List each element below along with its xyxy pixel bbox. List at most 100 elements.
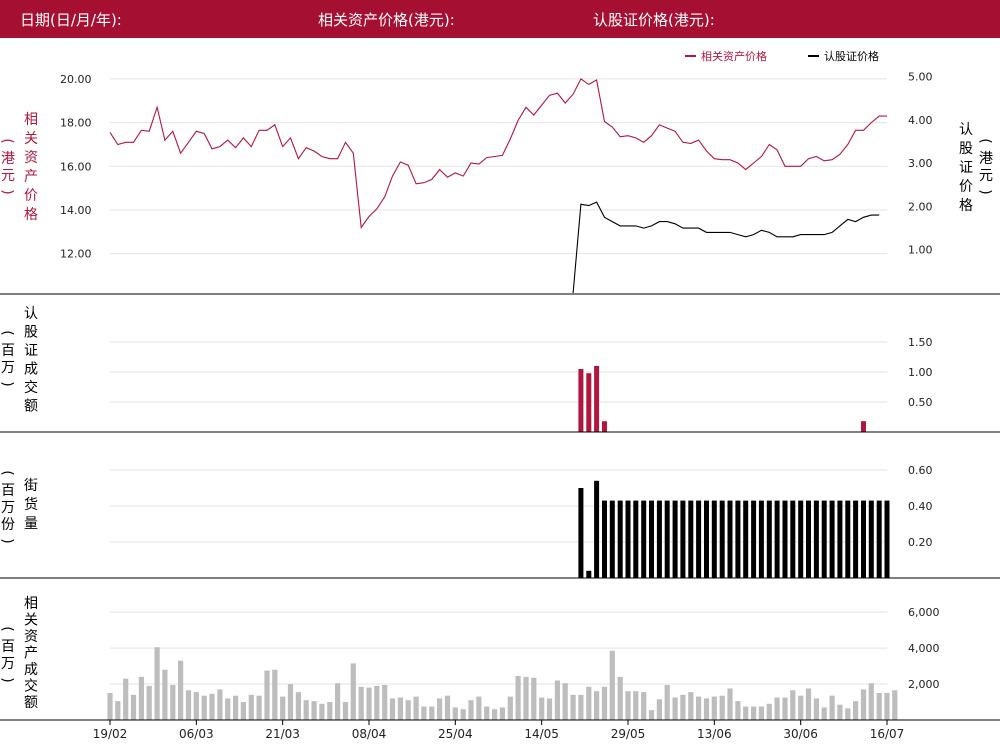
axis-label-char: 股	[24, 325, 38, 341]
left-axis-unit: (港元)	[0, 138, 15, 194]
asset-turnover-bar	[860, 689, 867, 720]
asset-turnover-bar	[382, 685, 388, 720]
outstanding-bar	[625, 500, 631, 578]
outstanding-bar	[649, 500, 654, 578]
axis-label-char: 产	[24, 169, 38, 185]
axis-label-char: 元	[1, 168, 15, 184]
outstanding-bar	[594, 480, 600, 578]
asset-turnover-bar	[531, 677, 537, 720]
outstanding-bar	[876, 500, 882, 578]
asset-turnover-bar	[327, 702, 333, 720]
asset-turnover-bar	[460, 709, 466, 720]
right-tick-label: 0.20	[908, 536, 933, 549]
warrant-turnover-bar	[594, 366, 600, 432]
date-label: 日期(日/月/年):	[20, 11, 122, 29]
axis-label-char: (	[0, 138, 15, 143]
asset-turnover-bar	[335, 683, 341, 720]
right-tick-label: 0.50	[908, 396, 933, 409]
right-tick-label: 1.50	[908, 336, 933, 349]
axis-label-char: 交	[24, 379, 38, 396]
warrant-turnover-title: 认股证成交额	[24, 306, 38, 415]
outstanding-bar	[641, 500, 647, 578]
asset-turnover-bar	[280, 696, 286, 720]
outstanding-bar	[602, 500, 607, 578]
asset-turnover-bar	[719, 695, 725, 720]
axis-label-char: 百	[1, 343, 15, 359]
asset-turnover-bar	[562, 683, 568, 720]
asset-turnover-unit: (百万)	[0, 626, 15, 682]
axis-label-char: 相	[24, 112, 38, 128]
outstanding-bar	[688, 500, 694, 578]
axis-label-char: )	[0, 538, 15, 543]
asset-turnover-bar	[350, 663, 356, 720]
asset-turnover-bar	[868, 683, 874, 720]
warrant-turnover-unit: (百万)	[0, 330, 15, 386]
axis-label-char: 额	[24, 399, 38, 415]
outstanding-bar	[704, 500, 709, 578]
asset-turnover-bar	[892, 690, 898, 720]
outstanding-bar	[633, 500, 639, 578]
axis-label-char: 认	[959, 122, 973, 138]
outstanding-bar	[609, 500, 615, 578]
outstanding-bar	[853, 500, 859, 578]
outstanding-bar	[813, 500, 819, 578]
outstanding-bar	[680, 500, 686, 578]
asset-turnover-bar	[272, 669, 278, 720]
asset-turnover-bar	[829, 695, 835, 720]
asset-turnover-bar	[429, 706, 435, 720]
asset-turnover-bar	[656, 699, 662, 720]
outstanding-bar	[586, 570, 592, 578]
outstanding-bar	[837, 500, 843, 578]
right-tick-label: 3.00	[908, 157, 933, 170]
right-tick-label: 0.60	[908, 464, 933, 477]
right-tick-label: 2,000	[908, 678, 940, 691]
axis-label-char: 额	[24, 695, 38, 711]
asset-turnover-bar	[680, 694, 686, 720]
asset-turnover-bar	[546, 698, 553, 720]
outstanding-title: 街货量	[24, 478, 38, 532]
axis-label-char: (	[0, 330, 15, 335]
axis-label-char: 份	[1, 517, 15, 533]
warrant-turnover-bar	[586, 373, 592, 432]
asset-turnover-bar	[798, 695, 804, 720]
asset-turnover-bar	[319, 703, 325, 720]
axis-label-char: (	[0, 470, 15, 475]
asset-turnover-bar	[578, 694, 584, 720]
asset-turnover-bar	[696, 696, 702, 720]
left-tick-label: 16.00	[60, 160, 92, 173]
asset-turnover-bar	[130, 694, 137, 720]
asset-turnover-bar	[813, 698, 819, 720]
right-tick-label: 5.00	[908, 71, 933, 84]
axis-label-char: 价	[959, 179, 973, 195]
asset-turnover-bar	[609, 650, 615, 720]
asset-turnover-bar	[727, 688, 733, 720]
asset-turnover-bar	[123, 678, 129, 720]
legend-asset-label: 相关资产价格	[701, 49, 767, 63]
asset-turnover-bar	[311, 701, 317, 720]
axis-label-char: 万	[1, 360, 15, 376]
right-tick-label: 1.00	[908, 366, 933, 379]
asset-turnover-bar	[758, 706, 764, 720]
asset-turnover-bar	[162, 669, 168, 720]
asset-turnover-bar	[421, 706, 427, 720]
outstanding-bar	[617, 500, 623, 578]
x-tick-label: 25/04	[438, 727, 473, 741]
asset-price-line	[109, 78, 887, 230]
asset-turnover-bar	[664, 685, 670, 720]
outstanding-bar	[782, 500, 788, 578]
outstanding-bar	[696, 500, 702, 578]
outstanding-bar	[735, 500, 741, 578]
asset-turnover-bar	[735, 701, 741, 720]
asset-turnover-bar	[107, 693, 113, 720]
asset-turnover-bar	[523, 676, 529, 720]
asset-turnover-bar	[711, 696, 717, 720]
axis-label-char: 百	[1, 639, 15, 655]
axis-label-char: (	[977, 138, 993, 143]
header-bar: 日期(日/月/年): 相关资产价格(港元): 认股证价格(港元):	[0, 0, 1000, 38]
axis-label-char: 格	[24, 207, 38, 223]
x-tick-label: 14/05	[524, 727, 559, 741]
asset-turnover-bar	[648, 710, 655, 720]
axis-label-char: 街	[24, 478, 38, 494]
x-tick-label: 21/03	[265, 727, 300, 741]
axis-label-char: 港	[1, 151, 15, 167]
